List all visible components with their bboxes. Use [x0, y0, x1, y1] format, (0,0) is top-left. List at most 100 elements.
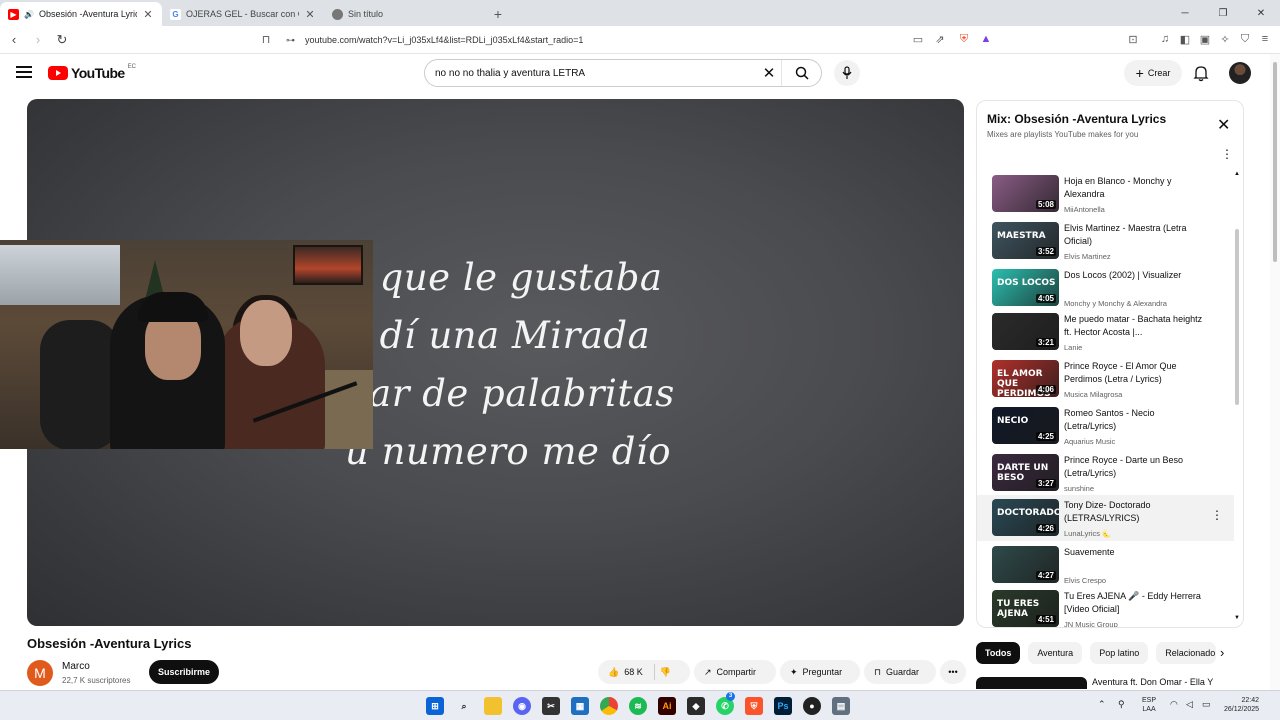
video-thumbnail[interactable]: MAESTRA 3:52: [992, 222, 1059, 259]
illustrator-icon[interactable]: Ai: [658, 697, 676, 715]
search-box[interactable]: no no no thalia y aventura LETRA ✕: [424, 59, 822, 87]
app-icon[interactable]: ◆: [687, 697, 705, 715]
chip-pop-latino[interactable]: Pop latino: [1090, 642, 1149, 664]
start-icon[interactable]: ⊞: [426, 697, 444, 715]
url-field[interactable]: ⊶ youtube.com/watch?v=Li_j035xLf4&list=R…: [256, 29, 996, 51]
video-thumbnail[interactable]: DARTE UN BESO 3:27: [992, 454, 1059, 491]
playlist-item[interactable]: 4:27 Suavemente Elvis Crespo: [977, 542, 1234, 588]
music-icon[interactable]: ♫: [1157, 31, 1173, 47]
screenshot-icon[interactable]: ⊡: [1125, 31, 1141, 47]
back-icon[interactable]: ‹: [4, 30, 24, 50]
playlist-item[interactable]: DOS LOCOS 4:05 Dos Locos (2002) | Visualiz…: [977, 265, 1234, 311]
close-mix-icon[interactable]: ✕: [1217, 115, 1230, 135]
playlist-item[interactable]: 3:21 Me puedo matar - Bachata heightz ft.…: [977, 309, 1234, 355]
next-video-title[interactable]: Aventura ft. Don Omar - Ella Y: [1092, 677, 1213, 687]
taskbar-search-icon[interactable]: ⌕: [455, 697, 473, 715]
tab-youtube[interactable]: ▶ 🔊 Obsesión -Aventura Lyrics - Y ✕: [0, 2, 162, 26]
hamburger-menu-icon[interactable]: [16, 66, 32, 80]
language-indicator[interactable]: ESP LAA: [1142, 696, 1156, 714]
video-thumbnail[interactable]: NECIO 4:25: [992, 407, 1059, 444]
create-button[interactable]: + Crear: [1124, 60, 1182, 86]
file-explorer-icon[interactable]: [484, 697, 502, 715]
volume-icon[interactable]: ◁: [1186, 700, 1193, 709]
brave-rewards-icon[interactable]: ▲: [978, 31, 994, 47]
clear-search-icon[interactable]: ✕: [757, 64, 781, 82]
cast-icon[interactable]: ▭: [910, 31, 926, 47]
ask-button[interactable]: ✦ Preguntar: [780, 660, 860, 684]
playlist-item[interactable]: 5:08 Hoja en Blanco - Monchy y Alexandra M…: [977, 171, 1234, 217]
wallet-icon[interactable]: ▣: [1197, 31, 1213, 47]
mix-more-icon[interactable]: ⋮: [1221, 147, 1233, 161]
brave-icon[interactable]: ⛨: [745, 697, 763, 715]
channel-avatar[interactable]: M: [27, 660, 53, 686]
chrome-icon[interactable]: [600, 697, 618, 715]
chevron-right-icon[interactable]: ›: [1220, 645, 1224, 660]
tab-untitled[interactable]: Sin título: [324, 2, 486, 26]
next-video-thumbnail[interactable]: [976, 677, 1087, 689]
youtube-logo[interactable]: YouTube EC: [48, 64, 136, 81]
playlist-item[interactable]: TU ERES AJENA 4:51 Tu Eres AJENA 🎤 - Eddy …: [977, 586, 1234, 627]
calculator-icon[interactable]: ▤: [832, 697, 850, 715]
close-tab-icon[interactable]: ✕: [142, 8, 154, 21]
playlist-item[interactable]: DOCTORADO 4:26 Tony Dize- Doctorado (LETRA…: [977, 495, 1234, 541]
video-thumbnail[interactable]: DOCTORADO 4:26: [992, 499, 1059, 536]
close-tab-icon[interactable]: ✕: [304, 8, 316, 21]
discord-icon[interactable]: ◉: [513, 697, 531, 715]
share-icon[interactable]: ⇗: [932, 31, 948, 47]
save-button[interactable]: ⊓ Guardar: [864, 660, 936, 684]
photoshop-icon[interactable]: Ps: [774, 697, 792, 715]
scroll-up-icon[interactable]: ▲: [1234, 171, 1240, 177]
chip-aventura[interactable]: Aventura: [1028, 642, 1083, 664]
page-scrollbar[interactable]: [1270, 54, 1280, 690]
minimize-icon[interactable]: ─: [1166, 0, 1204, 26]
playlist-item[interactable]: DARTE UN BESO 3:27 Prince Royce - Darte un…: [977, 450, 1234, 496]
search-input[interactable]: no no no thalia y aventura LETRA: [435, 68, 757, 79]
video-thumbnail[interactable]: 3:21: [992, 313, 1059, 350]
search-button[interactable]: [781, 60, 821, 86]
clock[interactable]: 22:42 26/12/2025: [1224, 696, 1259, 714]
like-button[interactable]: 👍 68 K: [608, 667, 643, 678]
whatsapp-icon[interactable]: ✆ 3: [716, 692, 735, 715]
item-more-icon[interactable]: ⋮: [1211, 508, 1223, 522]
vpn-icon[interactable]: ⛉: [1237, 31, 1253, 47]
channel-name[interactable]: Marco: [62, 661, 90, 672]
reload-icon[interactable]: ↻: [52, 30, 72, 50]
notifications-button[interactable]: [1192, 64, 1210, 82]
obs-icon[interactable]: ●: [803, 697, 821, 715]
dislike-button[interactable]: 👎: [660, 667, 671, 678]
site-info-icon[interactable]: ⊶: [286, 35, 295, 46]
capcut-icon[interactable]: ✂: [542, 697, 560, 715]
forward-icon[interactable]: ›: [28, 30, 48, 50]
more-actions-button[interactable]: •••: [940, 660, 966, 684]
scrollbar-thumb[interactable]: [1235, 229, 1239, 405]
store-icon[interactable]: ▦: [571, 697, 589, 715]
chip-relacionado[interactable]: Relacionado: [1156, 642, 1217, 664]
tray-chevron-icon[interactable]: ⌃: [1098, 700, 1106, 709]
video-thumbnail[interactable]: 4:27: [992, 546, 1059, 583]
playlist-item[interactable]: NECIO 4:25 Romeo Santos - Necio (Letra/Lyr…: [977, 403, 1234, 449]
playlist-scrollbar[interactable]: ▲ ▼: [1234, 171, 1240, 621]
chip-todos[interactable]: Todos: [976, 642, 1021, 664]
playlist-item[interactable]: MAESTRA 3:52 Elvis Martinez - Maestra (Let…: [977, 218, 1234, 264]
video-thumbnail[interactable]: TU ERES AJENA 4:51: [992, 590, 1059, 627]
new-tab-button[interactable]: +: [486, 2, 510, 26]
tray-icon[interactable]: ⚲: [1118, 700, 1125, 709]
voice-search-button[interactable]: [834, 60, 860, 86]
maximize-icon[interactable]: ❐: [1204, 0, 1242, 26]
sidebar-icon[interactable]: ◧: [1177, 31, 1193, 47]
video-thumbnail[interactable]: EL AMOR QUE PERDIMOS 4:06: [992, 360, 1059, 397]
close-window-icon[interactable]: ✕: [1242, 0, 1280, 26]
menu-icon[interactable]: ≡: [1257, 31, 1273, 47]
subscribe-button[interactable]: Suscribirme: [149, 660, 219, 684]
tab-google[interactable]: G OJERAS GEL - Buscar con Google ✕: [162, 2, 324, 26]
share-button[interactable]: ↗ Compartir: [694, 660, 776, 684]
leo-ai-icon[interactable]: ✧: [1217, 31, 1233, 47]
playlist-item[interactable]: EL AMOR QUE PERDIMOS 4:06 Prince Royce - E…: [977, 356, 1234, 402]
brave-shields-icon[interactable]: ⛨: [956, 31, 972, 47]
wifi-icon[interactable]: ◠: [1170, 700, 1178, 709]
spotify-icon[interactable]: ≋: [629, 697, 647, 715]
page-scrollbar-thumb[interactable]: [1273, 62, 1277, 262]
scroll-down-icon[interactable]: ▼: [1234, 615, 1240, 621]
video-thumbnail[interactable]: 5:08: [992, 175, 1059, 212]
video-thumbnail[interactable]: DOS LOCOS 4:05: [992, 269, 1059, 306]
